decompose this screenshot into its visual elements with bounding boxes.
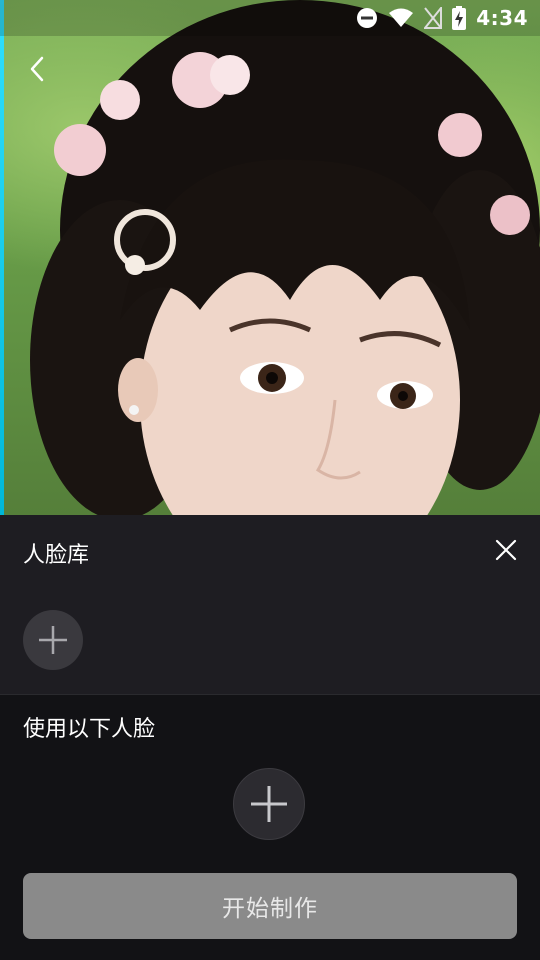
start-making-button[interactable]: 开始制作 — [23, 873, 517, 939]
wifi-icon — [389, 8, 414, 27]
plus-icon — [39, 626, 67, 654]
status-time: 4:34 — [476, 6, 528, 30]
portrait-photo — [30, 0, 540, 515]
section-divider — [0, 694, 540, 695]
target-face-add-button[interactable] — [233, 768, 305, 840]
use-faces-title: 使用以下人脸 — [23, 717, 156, 742]
face-library-add-button[interactable] — [23, 610, 83, 670]
do-not-disturb-icon — [357, 8, 378, 28]
back-button[interactable] — [20, 50, 54, 88]
plus-icon — [251, 786, 287, 822]
no-sim-icon — [424, 7, 443, 29]
close-icon — [495, 539, 517, 561]
status-bar: 4:34 — [0, 0, 540, 36]
chevron-left-icon — [30, 56, 44, 82]
photo-edge-highlight — [0, 0, 4, 515]
face-library-panel: 人脸库 — [0, 515, 540, 694]
face-library-title: 人脸库 — [23, 543, 90, 568]
battery-charging-icon — [452, 6, 467, 30]
photo-preview — [0, 0, 540, 515]
close-button[interactable] — [492, 536, 520, 564]
status-icons: 4:34 — [356, 6, 528, 30]
